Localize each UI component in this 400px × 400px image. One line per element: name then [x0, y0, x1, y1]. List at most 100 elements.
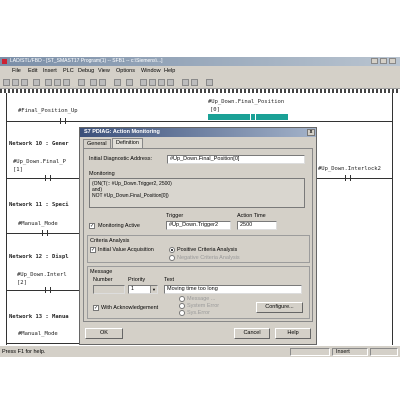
monitoring-expression: (ON(T(:: #Up_Down.Trigger2, 2500) and) N…	[89, 178, 305, 208]
window-title: LAD/STL/FBD - [ST_SMAST17 Program(1) -- …	[10, 58, 163, 64]
monitoring-active-checkbox[interactable]: ✓	[89, 223, 95, 229]
trigger-label: Trigger	[166, 213, 184, 219]
left-power-rail	[6, 93, 7, 345]
text-label: Text	[164, 277, 175, 283]
number-label: Number	[93, 277, 113, 283]
acknowledgement-checkbox[interactable]: ✓	[93, 305, 99, 311]
tab-general[interactable]: General	[83, 139, 111, 148]
rung-wire	[7, 343, 79, 344]
criteria-label: Criteria Analysis	[90, 238, 130, 244]
mode-radio[interactable]	[179, 310, 185, 316]
positive-criteria-radio[interactable]	[169, 247, 175, 253]
menu-help[interactable]: Help	[164, 66, 175, 76]
contact-label: #Up_Down.Final_P	[13, 159, 66, 165]
mode-option-label: Sys.Error	[187, 310, 210, 316]
mode-radio[interactable]	[179, 303, 185, 309]
zoom-icon[interactable]	[114, 79, 121, 86]
paste-icon[interactable]	[63, 79, 70, 86]
priority-value: 1	[131, 286, 135, 292]
close-button[interactable]	[389, 58, 396, 64]
menu-debug[interactable]: Debug	[78, 66, 94, 76]
help-button[interactable]: Help	[275, 328, 311, 339]
rung-wire	[7, 178, 79, 179]
menu-edit[interactable]: Edit	[28, 66, 37, 76]
application-screen: LAD/STL/FBD - [ST_SMAST17 Program(1) -- …	[0, 57, 400, 357]
contact-symbol	[250, 114, 256, 120]
help-icon[interactable]	[206, 79, 213, 86]
coil-icon[interactable]	[158, 79, 165, 86]
open-icon[interactable]	[12, 79, 19, 86]
initial-address-field[interactable]: #Up_Down.Final_Position[0]	[167, 155, 305, 164]
action-monitoring-dialog: S7 PDIAG: Action Monitoring x General De…	[79, 127, 317, 345]
minimize-button[interactable]	[371, 58, 378, 64]
dropdown-arrow-icon[interactable]: ▼	[150, 286, 157, 293]
menu-view[interactable]: View	[98, 66, 110, 76]
contact-symbol	[45, 175, 51, 181]
positive-criteria-label: Positive Criteria Analysis	[177, 247, 238, 253]
cut-icon[interactable]	[45, 79, 52, 86]
network-title: Network 12 : Displ	[9, 254, 69, 260]
contact-no-icon[interactable]	[140, 79, 147, 86]
monitoring-active-label: Monitoring Active	[98, 223, 140, 229]
copy-icon[interactable]	[54, 79, 61, 86]
menu-plc[interactable]: PLC	[63, 66, 74, 76]
print-icon[interactable]	[33, 79, 40, 86]
contact-label: #Up_Down.Final_Position	[208, 99, 285, 105]
contact-index: [0]	[210, 107, 220, 113]
negative-criteria-radio[interactable]	[169, 255, 175, 261]
network-title: Network 11 : Speci	[9, 202, 69, 208]
status-mode: Insert	[332, 348, 368, 356]
online-icon[interactable]	[90, 79, 97, 86]
dialog-title-bar: S7 PDIAG: Action Monitoring x	[80, 128, 316, 137]
menu-window[interactable]: Window	[141, 66, 161, 76]
overview-icon[interactable]	[126, 79, 133, 86]
app-icon	[2, 59, 7, 64]
branch-open-icon[interactable]	[182, 79, 189, 86]
monitoring-label: Monitoring	[89, 171, 115, 177]
negative-criteria-label: Negative Criteria Analysis	[177, 255, 240, 261]
rung-wire	[316, 178, 392, 179]
number-field	[93, 285, 125, 294]
acknowledgement-label: With Acknowledgement	[101, 305, 159, 311]
menu-insert[interactable]: Insert	[43, 66, 57, 76]
right-power-rail	[392, 93, 393, 345]
action-time-field[interactable]: 2500	[237, 221, 277, 230]
tab-definition[interactable]: Definition	[112, 138, 143, 148]
initial-value-checkbox[interactable]: ✓	[90, 247, 96, 253]
dialog-close-icon[interactable]: x	[307, 129, 315, 136]
maximize-button[interactable]	[380, 58, 387, 64]
window-title-bar: LAD/STL/FBD - [ST_SMAST17 Program(1) -- …	[0, 57, 400, 66]
cancel-button[interactable]: Cancel	[234, 328, 270, 339]
menu-bar: File Edit Insert PLC Debug View Options …	[0, 66, 400, 76]
definition-panel: Initial Diagnostic Address: #Up_Down.Fin…	[83, 148, 313, 322]
rung-wire	[7, 290, 79, 291]
status-cell	[370, 348, 398, 356]
priority-label: Priority	[128, 277, 146, 283]
branch-close-icon[interactable]	[191, 79, 198, 86]
priority-select[interactable]: 1 ▼	[128, 285, 158, 294]
mode-radio[interactable]	[179, 296, 185, 302]
message-label: Message	[90, 269, 113, 275]
menu-options[interactable]: Options	[116, 66, 135, 76]
contact-nc-icon[interactable]	[149, 79, 156, 86]
status-bar: Press F1 for help. Insert	[0, 345, 400, 357]
menu-file[interactable]: File	[12, 66, 21, 76]
contact-symbol	[60, 118, 66, 124]
message-text-field[interactable]: Moving time too long	[164, 285, 302, 294]
contact-label: #Manual_Mode	[18, 221, 58, 227]
contact-index: [1]	[13, 167, 23, 173]
monitor-icon[interactable]	[99, 79, 106, 86]
selected-element-highlight	[208, 114, 288, 120]
box-icon[interactable]	[167, 79, 174, 86]
contact-index: [2]	[17, 280, 27, 286]
network-title: Network 10 : Gener	[9, 141, 69, 147]
configure-button[interactable]: Configure...	[256, 302, 303, 313]
save-icon[interactable]	[21, 79, 28, 86]
ok-button[interactable]: OK	[85, 328, 123, 339]
action-time-label: Action Time	[237, 213, 266, 219]
initial-value-label: Initial Value Acquisition	[98, 247, 154, 253]
download-icon[interactable]	[78, 79, 85, 86]
new-icon[interactable]	[3, 79, 10, 86]
toolbar	[0, 76, 400, 89]
trigger-field[interactable]: #Up_Down.Trigger2	[166, 221, 231, 230]
